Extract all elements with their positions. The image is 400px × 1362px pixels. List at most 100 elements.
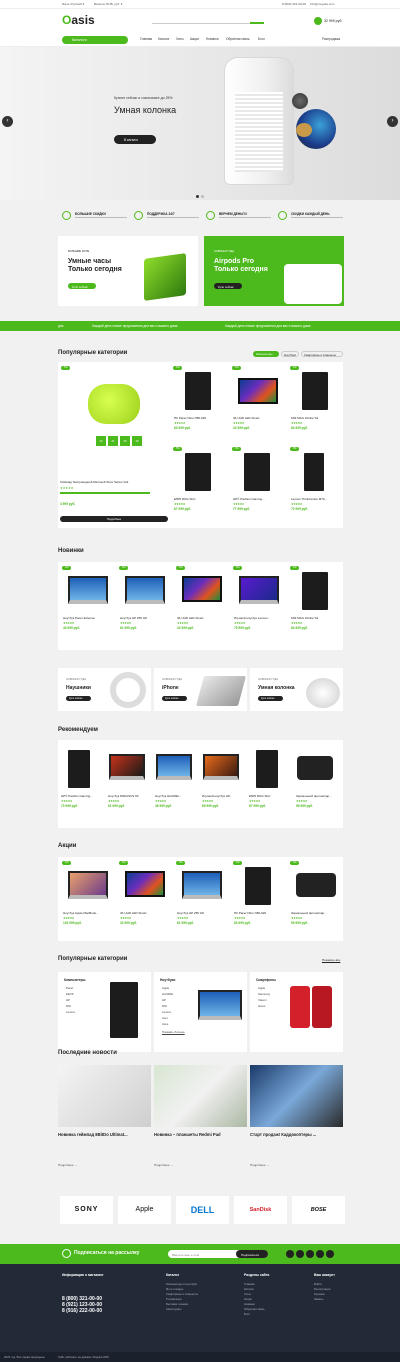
pc-image bbox=[185, 372, 211, 410]
nav-home[interactable]: Главная bbox=[140, 37, 152, 41]
product-card[interactable]: -5% HP® Pavilion Gaming... ★★★★★ 77 999 руб… bbox=[230, 445, 286, 527]
novelties-panel: -5% Ноутбук Pacer Extensa ★★★★★ 40 999 руб.… bbox=[58, 562, 343, 650]
product-name[interactable]: Геймпад беспроводной Microsoft Xbox Seri… bbox=[60, 480, 168, 484]
pc-image bbox=[302, 572, 328, 610]
product-card[interactable]: -5% Игровой ноутбук Lenovo... ★★★★★ 79 999 … bbox=[231, 564, 287, 646]
nav-sales[interactable]: Акции bbox=[190, 37, 199, 41]
ok-icon[interactable] bbox=[316, 1250, 324, 1258]
product-card[interactable]: Ноутбук HUAWEI... ★★★★★ 46 999 руб. bbox=[152, 742, 199, 824]
prev-slide-icon[interactable]: ‹ bbox=[2, 116, 13, 127]
brand-logo[interactable]: Apple bbox=[118, 1196, 171, 1224]
nav-compare[interactable]: Распродажа bbox=[322, 37, 340, 41]
search-input[interactable] bbox=[152, 19, 264, 24]
telegram-icon[interactable] bbox=[296, 1250, 304, 1258]
whatsapp-icon[interactable] bbox=[326, 1250, 334, 1258]
tab-phones[interactable]: Смартфоны и планшеты bbox=[301, 351, 343, 357]
cart-total[interactable]: 32 999 руб. bbox=[324, 19, 342, 23]
product-card[interactable]: -5% Lenovo ThinkCentre M70... ★★★★★ 72 999 … bbox=[288, 445, 344, 527]
product-card[interactable]: -5% Ноутбук Pacer Extensa ★★★★★ 40 999 руб. bbox=[60, 564, 116, 646]
cart-icon[interactable] bbox=[314, 17, 322, 25]
product-card[interactable]: Ноутбук MSI/ASUS 60 ★★★★★ 61 999 руб. bbox=[105, 742, 152, 824]
product-card[interactable]: -5% 4K UHD LED Smart ★★★★★ 32 999 руб. bbox=[174, 564, 230, 646]
buy-button[interactable]: Купи сейчас bbox=[258, 696, 283, 701]
details-button[interactable]: Подробнее bbox=[60, 516, 168, 522]
nav-feedback[interactable]: Обратная связь bbox=[226, 37, 249, 41]
nav-blog[interactable]: Блог bbox=[258, 37, 265, 41]
brand-logo[interactable]: DELL bbox=[176, 1196, 229, 1224]
mini-banner[interactable]: НОВИНКИ ГОДА Умная колонка Купи сейчас bbox=[250, 668, 343, 711]
timer-days: 12 bbox=[96, 436, 106, 446]
brand-logo[interactable]: SanDisk bbox=[234, 1196, 287, 1224]
promo-button[interactable]: Купи сейчас bbox=[214, 283, 242, 289]
pc-image bbox=[110, 982, 138, 1038]
email-link[interactable]: info@mogutа.com bbox=[310, 2, 334, 6]
product-card[interactable]: -5% 4K UHD LED Smart ★★★★★ 32 999 руб. bbox=[230, 364, 286, 446]
catalog-button[interactable]: Каталоги bbox=[62, 36, 128, 44]
section-title: Новинки bbox=[58, 548, 84, 554]
copyright: 2023 год. Все права защищены bbox=[4, 1355, 45, 1359]
product-card[interactable]: -5% MSI MAG Infinite S3 ★★★★★ 84 999 руб. bbox=[288, 564, 344, 646]
laptop-image bbox=[239, 576, 279, 604]
laptop-image bbox=[68, 576, 108, 604]
slide-dot[interactable] bbox=[196, 195, 199, 198]
product-card[interactable]: -5% MSI MAG Infinite S3 ★★★★★ 84 999 руб. bbox=[288, 364, 344, 446]
section-title: Популярные категории bbox=[58, 350, 128, 356]
nav-catalog[interactable]: Каталог bbox=[158, 37, 170, 41]
read-more-link[interactable]: Подробнее → bbox=[250, 1163, 269, 1167]
buy-button[interactable]: Купи сейчас bbox=[162, 696, 187, 701]
hero-title: Умная колонка bbox=[114, 105, 177, 115]
product-card[interactable]: -5% E505 ROG Strix ★★★★★ 67 999 руб. bbox=[171, 445, 227, 527]
main-nav: Каталоги Главная Каталог Хиты Акции Нови… bbox=[0, 33, 400, 47]
brand-logo[interactable]: BOSE bbox=[292, 1196, 345, 1224]
gamepad-image[interactable] bbox=[88, 384, 140, 424]
tab-laptops[interactable]: Ноутбуки bbox=[281, 351, 299, 357]
footer-phone[interactable]: 8 (916) 222-00-00 bbox=[62, 1308, 102, 1314]
news-card[interactable]: Новинка – планшеты Redmi Pad Подробнее → bbox=[154, 1065, 247, 1175]
logo[interactable]: Oasis bbox=[62, 13, 95, 27]
news-card[interactable]: Новинка геймпад 8BitDo Ultimat... Подроб… bbox=[58, 1065, 151, 1175]
hero-button[interactable]: В каталог bbox=[114, 135, 156, 144]
promo-button[interactable]: Купи сейчас bbox=[68, 283, 96, 289]
product-card[interactable]: Зеркальный фотоаппар... ★★★★★ 59 999 руб. bbox=[293, 742, 340, 824]
product-card[interactable]: E505 ROG Strix ★★★★★ 67 999 руб. bbox=[246, 742, 293, 824]
read-more-link[interactable]: Подробнее → bbox=[154, 1163, 173, 1167]
product-card[interactable]: -5% Ноутбук HP 255 G8 ★★★★★ 61 999 руб. bbox=[174, 859, 230, 941]
promo-banner-watches[interactable]: БОЛЬШИЕ ХИТЫ Умные часы Только сегодня Ку… bbox=[58, 236, 198, 306]
youtube-icon[interactable] bbox=[306, 1250, 314, 1258]
section-title: Акции bbox=[58, 843, 77, 849]
slide-dot[interactable] bbox=[201, 195, 204, 198]
buy-button[interactable]: Купи сейчас bbox=[66, 696, 91, 701]
mini-banner[interactable]: НОВИНКИ ГОДА iPhone Купи сейчас bbox=[154, 668, 247, 711]
show-all-link[interactable]: Показать все bbox=[322, 958, 340, 962]
show-more-link[interactable]: Показать больше bbox=[162, 1030, 185, 1034]
tv-image bbox=[182, 576, 222, 602]
nav-new[interactable]: Новинки bbox=[206, 37, 218, 41]
promo-banner-airpods[interactable]: НОВИНКИ ГОДА Airpods Pro Только сегодня К… bbox=[204, 236, 344, 306]
product-card[interactable]: HP® Pavilion Gaming... ★★★★★ 73 999 руб. bbox=[58, 742, 105, 824]
product-card[interactable]: -6% ПК Pacer Nitro N50-620 ★★★★★ 63 999 руб… bbox=[171, 364, 227, 446]
currency-select[interactable]: Валюта: RUB, руб. ▾ bbox=[94, 2, 122, 6]
mini-banner[interactable]: НОВИНКИ ГОДА Наушники Купи сейчас bbox=[58, 668, 151, 711]
product-card[interactable]: -5% ПК Pacer Nitro N50-620 ★★★★★ 63 999 руб… bbox=[231, 859, 287, 941]
product-card[interactable]: -5% Зеркальный фотоаппар... ★★★★★ 59 999 ру… bbox=[288, 859, 344, 941]
read-more-link[interactable]: Подробнее → bbox=[58, 1163, 77, 1167]
vk-icon[interactable] bbox=[286, 1250, 294, 1258]
phone-link[interactable]: 8 (800) 321-00-00 bbox=[282, 2, 306, 6]
subscribe-button[interactable]: Подписаться bbox=[236, 1250, 268, 1258]
product-card[interactable]: -5% 4K UHD LED Smart ★★★★★ 32 999 руб. bbox=[117, 859, 173, 941]
discount-icon bbox=[62, 211, 71, 220]
pc-image bbox=[185, 453, 211, 491]
timer-hours: 21 bbox=[108, 436, 118, 446]
speaker-image bbox=[306, 678, 340, 708]
product-card[interactable]: Игровой ноутбук HP... ★★★★★ 69 999 руб. bbox=[199, 742, 246, 824]
powered-by[interactable]: Сайт работает на движке: Moguta.CMS bbox=[58, 1355, 109, 1359]
tab-computers[interactable]: Компьютеры bbox=[253, 351, 279, 357]
product-card[interactable]: -5% Ноутбук Apple MacBook... ★★★★★ 129 999 … bbox=[60, 859, 116, 941]
language-select[interactable]: Язык: Русский ▾ bbox=[62, 2, 84, 6]
nav-hits[interactable]: Хиты bbox=[176, 37, 184, 41]
brand-logo[interactable]: SONY bbox=[60, 1196, 113, 1224]
product-card[interactable]: -5% Ноутбук HP 255 G8 ★★★★★ 61 999 руб. bbox=[117, 564, 173, 646]
news-card[interactable]: Старт продаж! Каддокоптеры ... Подробнее… bbox=[250, 1065, 343, 1175]
next-slide-icon[interactable]: › bbox=[387, 116, 398, 127]
ticker: дня Каждый день новые предложения для ва… bbox=[0, 321, 400, 331]
